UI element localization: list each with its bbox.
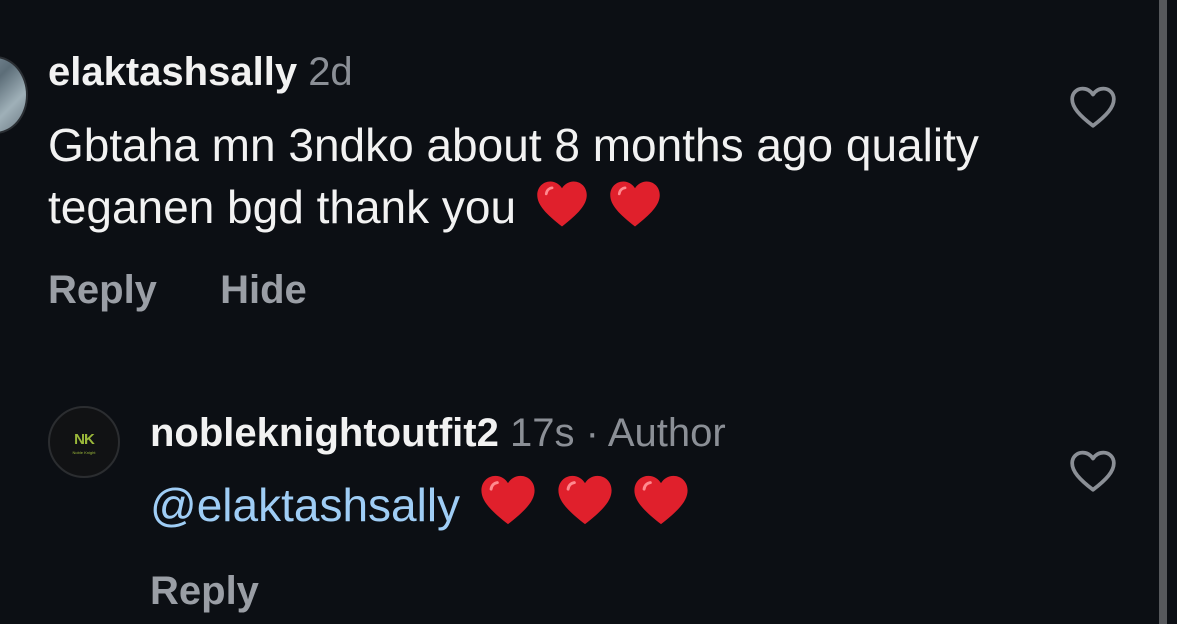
reply-button[interactable]: Reply <box>150 569 259 613</box>
meta-separator: · <box>585 411 599 455</box>
reply-avatar[interactable]: NK Noble Knight <box>48 406 120 478</box>
red-heart-icon <box>481 475 535 525</box>
comment-username[interactable]: elaktashsally <box>48 50 297 94</box>
comment-body: Gbtaha mn 3ndko about 8 months ago quali… <box>48 119 979 233</box>
red-heart-icon <box>537 181 587 227</box>
reply-time: 17s <box>509 411 575 455</box>
red-heart-icon <box>634 475 688 525</box>
avatar-logo: NK <box>74 431 95 448</box>
reply-username[interactable]: nobleknightoutfit2 <box>150 411 499 455</box>
comment-header: elaktashsally 2d <box>48 48 353 96</box>
scrollbar[interactable] <box>1159 0 1167 624</box>
heart-outline-icon[interactable] <box>1068 448 1118 494</box>
author-badge: Author <box>607 411 726 455</box>
mention-link[interactable]: @elaktashsally <box>150 479 460 531</box>
comments-panel: elaktashsally 2d Gbtaha mn 3ndko about 8… <box>0 0 1177 624</box>
reply-actions: Reply <box>150 566 259 616</box>
red-heart-icon <box>609 181 660 227</box>
reply-button[interactable]: Reply <box>48 268 157 312</box>
reply-text: @elaktashsally <box>150 473 690 536</box>
comment-text: Gbtaha mn 3ndko about 8 months ago quali… <box>48 114 1048 238</box>
comment-actions: Reply Hide <box>48 265 307 315</box>
red-heart-icon <box>558 475 612 525</box>
heart-outline-icon[interactable] <box>1068 84 1118 130</box>
avatar-logo-subtext: Noble Knight <box>72 450 96 455</box>
reply-header: nobleknightoutfit2 17s · Author <box>150 409 726 457</box>
comment-time: 2d <box>308 50 353 94</box>
hide-button[interactable]: Hide <box>220 268 307 312</box>
window-edge <box>1167 0 1177 624</box>
avatar[interactable] <box>0 56 28 134</box>
